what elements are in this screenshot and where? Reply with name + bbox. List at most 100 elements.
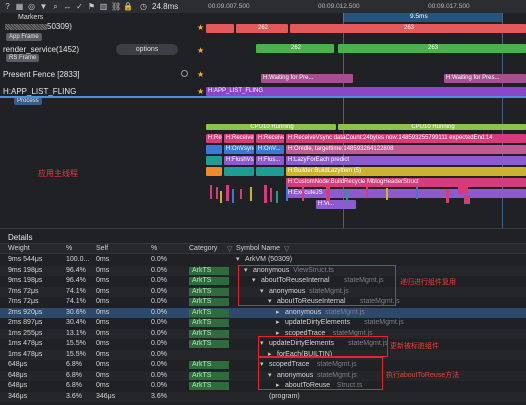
weight-cell: 7ms 72μs (8, 287, 39, 295)
circle-icon[interactable] (181, 70, 188, 77)
table-icon[interactable]: ▦ (15, 2, 24, 11)
weight-cell: 9ms 198μs (8, 266, 43, 274)
help-icon[interactable]: ? (3, 2, 12, 11)
details-title: Details (8, 233, 33, 242)
frame-slice[interactable]: 262 (236, 24, 288, 33)
self-pct-cell: 0.0% (151, 277, 167, 284)
range-duration: 9.5ms (410, 13, 428, 20)
trace-slice[interactable]: H:OnIdle, targettime:148593264122808 (286, 145, 526, 154)
present-fence-label: Present Fence [2833] (3, 70, 80, 79)
filter-icon[interactable]: ▼ (39, 2, 48, 11)
weight-pct-cell: 6.8% (66, 371, 82, 379)
symbol-name: anonymous (285, 308, 322, 316)
col-category[interactable]: Category (189, 245, 217, 252)
star-icon[interactable]: ★ (197, 23, 204, 32)
trace-slice[interactable]: H:ReceiveV... (256, 134, 284, 143)
flag-icon[interactable]: ⚑ (87, 2, 96, 11)
source-file[interactable]: stateMgmt.js (325, 309, 365, 317)
collapse-icon[interactable]: ▸ (276, 319, 280, 327)
self-pct-cell: 0.0% (151, 329, 167, 337)
source-file[interactable]: stateMgmt.js (364, 319, 404, 327)
trace-slice[interactable]: H:ReceiveV... (224, 134, 254, 143)
weight-pct-cell: 96.4% (66, 266, 86, 274)
present-fence-lane: H:Waiting for Pre... H:Waiting for Pres.… (206, 73, 526, 85)
weight-pct-cell: 30.6% (66, 308, 86, 316)
self-pct-cell: 0.0% (151, 340, 167, 347)
check-icon[interactable]: ✓ (75, 2, 84, 11)
frame-slice[interactable]: 263 (338, 44, 526, 53)
star-icon[interactable]: ★ (197, 87, 204, 96)
self-pct-cell: 3.6% (151, 392, 167, 400)
app-frame-lane: 262 263 (206, 22, 526, 34)
search-icon[interactable]: ⌕ (51, 2, 60, 11)
details-header: Weight % Self % Category Symbol Name ▽ ▽ (0, 243, 526, 254)
fling-slice[interactable]: H:APP_LIST_FLING (206, 87, 526, 96)
frame-slice[interactable]: 263 (290, 24, 526, 33)
weight-cell: 1ms 478μs (8, 350, 43, 358)
ruler-icon[interactable]: ↔ (63, 2, 72, 11)
col-symbol[interactable]: Symbol Name (236, 245, 280, 252)
trace-slice[interactable]: H:OnV... (256, 145, 284, 154)
trace-slice[interactable]: H:FlushVs... (224, 156, 254, 165)
table-row[interactable]: 2ms 920μs 30.6% 0ms 0.0% ArkTS ▸ anonymous stat… (0, 307, 526, 318)
weight-cell: 1ms 478μs (8, 340, 43, 347)
filter-icon[interactable]: ▽ (227, 245, 232, 253)
star-icon[interactable]: ★ (197, 46, 204, 55)
cpu-slice[interactable]: CPU10 Running (338, 124, 526, 130)
table-row[interactable]: 346μs 3.6% 346μs 3.6% (program) (0, 391, 526, 402)
weight-pct-cell: 96.4% (66, 277, 86, 284)
self-cell: 346μs (96, 392, 116, 400)
rs-frame-tag: RS Frame (6, 54, 40, 62)
collapse-icon[interactable]: ▸ (276, 309, 280, 317)
category-badge: ArkTS (189, 277, 229, 285)
trace-slice[interactable] (224, 167, 254, 176)
col-self[interactable]: Self (96, 245, 108, 252)
record-icon[interactable]: ◎ (27, 2, 36, 11)
dense-call-stack (210, 185, 470, 204)
trace-slice[interactable] (206, 167, 222, 176)
table-row[interactable]: 2ms 897μs 30.4% 0ms 0.0% ArkTS ▸ updateDirtyEl… (0, 318, 526, 328)
star-icon[interactable]: ★ (197, 70, 204, 79)
weight-cell: 648μs (8, 361, 28, 368)
trace-slice[interactable]: H:ReceiveV... (206, 134, 222, 143)
self-cell: 0ms (96, 308, 110, 316)
frame-slice[interactable] (206, 24, 234, 33)
self-pct-cell: 0.0% (151, 266, 167, 274)
annotation-box (258, 336, 388, 357)
self-cell: 0ms (96, 256, 110, 263)
trace-slice[interactable]: H:Flus... (256, 156, 284, 165)
col-self-pct[interactable]: % (151, 245, 157, 252)
chart-icon[interactable]: ▥ (99, 2, 108, 11)
symbol-name: updateDirtyElements (285, 319, 350, 326)
self-pct-cell: 0.0% (151, 298, 167, 305)
trace-slice[interactable]: H:Builder:BuildLazyItem (5) (286, 167, 526, 176)
trace-slice[interactable] (206, 145, 222, 154)
trace-slice[interactable]: H:ReceiveVsync dataCount:24bytes now:148… (286, 134, 526, 143)
link-icon[interactable]: ⛓ (111, 2, 121, 11)
weight-pct-cell: 15.5% (66, 340, 86, 347)
process-tag: Process (14, 97, 42, 105)
col-weight[interactable]: Weight (8, 245, 30, 252)
cpu-slice[interactable]: CPU10 Running (206, 124, 336, 130)
expand-icon[interactable]: ▾ (236, 256, 240, 264)
trace-slice[interactable] (256, 167, 284, 176)
self-cell: 0ms (96, 340, 110, 347)
self-cell: 0ms (96, 277, 110, 284)
options-button[interactable]: options (116, 44, 178, 55)
lock-icon[interactable]: 🔒 (123, 2, 133, 11)
main-thread-annotation: 应用主线程 (38, 169, 78, 178)
frame-slice[interactable]: 262 (256, 44, 334, 53)
weight-cell: 2ms 897μs (8, 319, 43, 326)
trace-slice[interactable]: H:LazyForEach predict (286, 156, 526, 165)
table-row[interactable]: 9ms 544μs 100.0... 0ms 0.0% ▾ ArkVM (50309) (0, 255, 526, 265)
trace-slice[interactable]: H:OnVsync (224, 145, 254, 154)
filter-icon[interactable]: ▽ (284, 245, 289, 253)
col-weight-pct[interactable]: % (66, 245, 72, 252)
weight-cell: 2ms 920μs (8, 308, 43, 316)
fence-slice[interactable]: H:Waiting for Pre... (261, 74, 353, 83)
trace-slice[interactable] (206, 156, 222, 165)
self-cell: 0ms (96, 382, 110, 389)
fence-slice[interactable]: H:Waiting for Pres... (444, 74, 526, 83)
weight-pct-cell: 3.6% (66, 392, 82, 400)
self-pct-cell: 0.0% (151, 319, 167, 326)
